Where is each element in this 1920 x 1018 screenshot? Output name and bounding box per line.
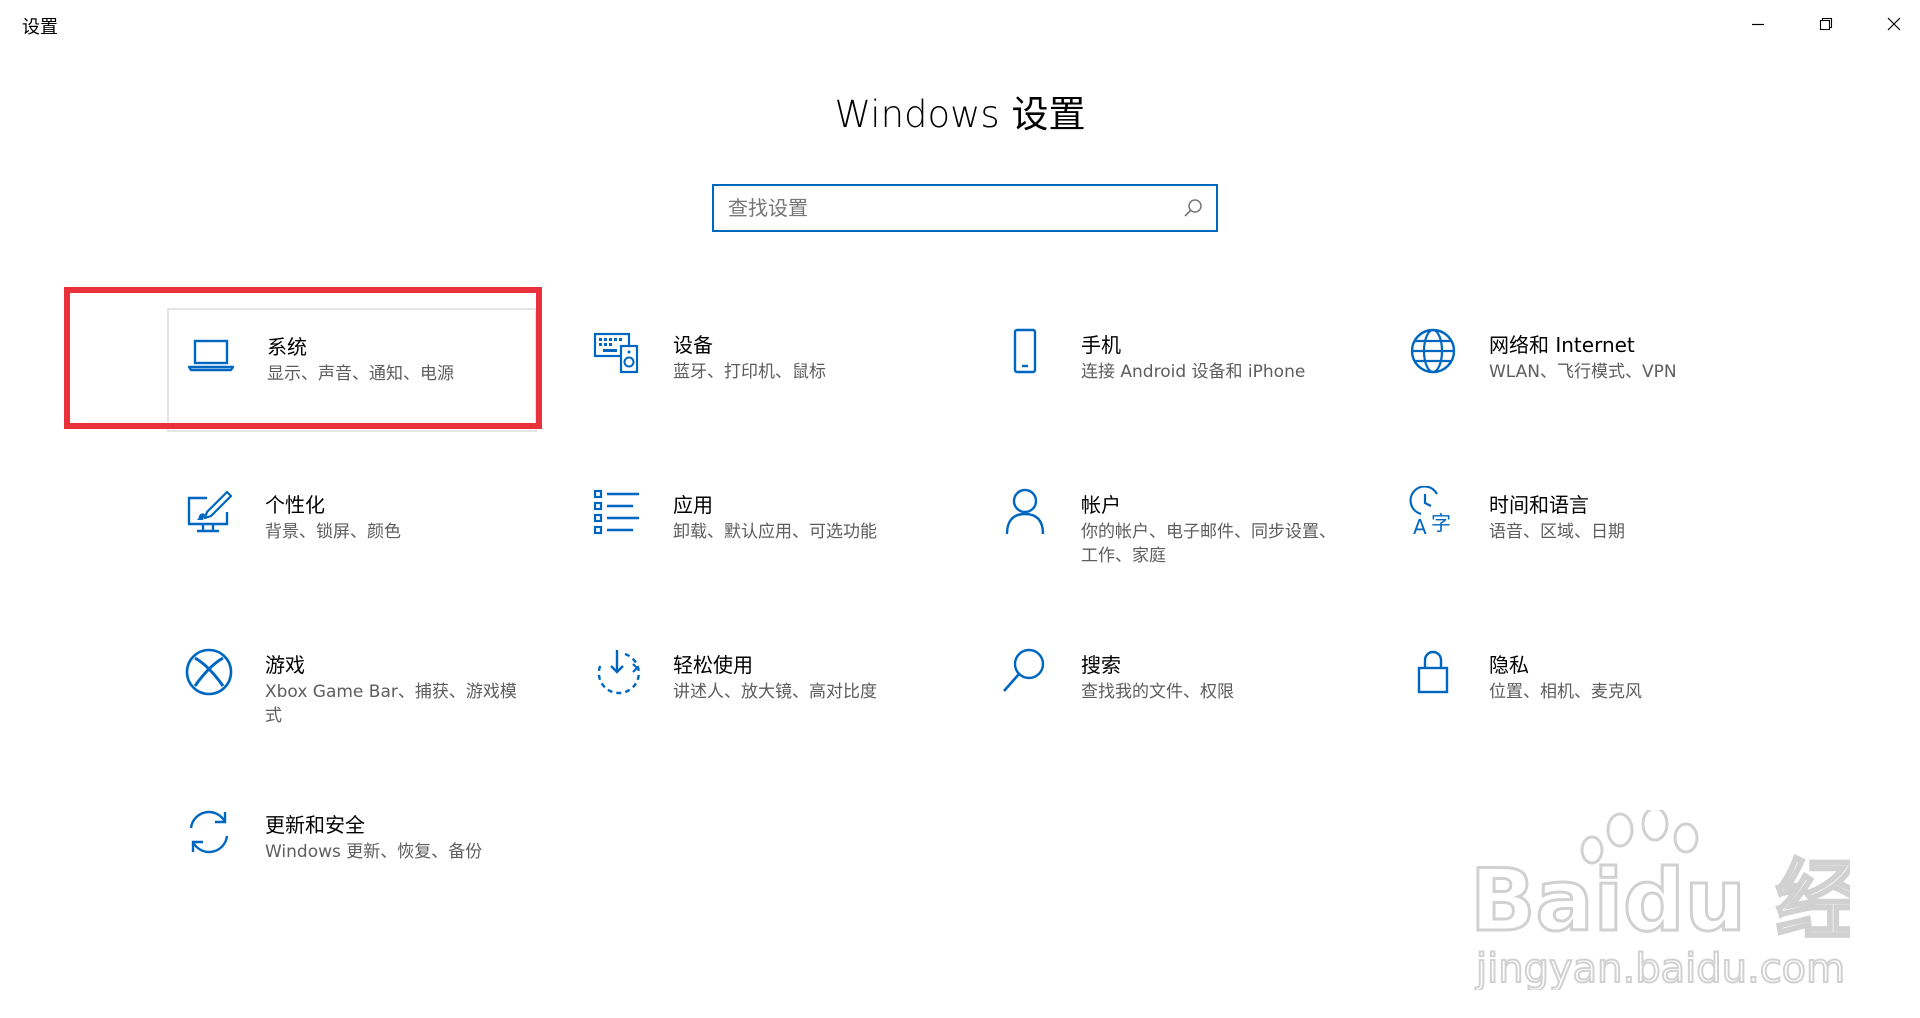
time-language-icon: A 字 <box>1409 486 1451 538</box>
svg-text:字: 字 <box>1431 511 1451 535</box>
baidu-watermark: Baidu 经验 jingyan.baidu.com <box>1470 810 1850 990</box>
tile-time-language[interactable]: A 字 时间和语言 语音、区域、日期 <box>1391 468 1761 592</box>
svg-text:A: A <box>1413 515 1427 538</box>
tile-description: WLAN、飞行模式、VPN <box>1489 362 1677 382</box>
globe-icon <box>1410 328 1456 374</box>
tile-phone[interactable]: 手机 连接 Android 设备和 iPhone <box>983 308 1353 432</box>
tile-title: 网络和 Internet <box>1489 333 1635 357</box>
tile-title: 更新和安全 <box>265 813 365 837</box>
restore-button[interactable] <box>1792 0 1860 48</box>
page-title: Windows 设置 <box>834 93 1086 136</box>
minimize-icon <box>1752 23 1764 26</box>
tile-title: 个性化 <box>265 493 325 517</box>
tile-description: 连接 Android 设备和 iPhone <box>1081 362 1306 382</box>
tile-description: 讲述人、放大镜、高对比度 <box>673 682 877 702</box>
tile-apps[interactable]: 应用 卸载、默认应用、可选功能 <box>575 468 945 592</box>
tile-title: 搜索 <box>1081 653 1121 677</box>
tile-accounts[interactable]: 帐户 你的帐户、电子邮件、同步设置、工作、家庭 <box>983 468 1353 592</box>
tile-description: 蓝牙、打印机、鼠标 <box>673 362 826 382</box>
tile-network[interactable]: 网络和 Internet WLAN、飞行模式、VPN <box>1391 308 1761 432</box>
person-icon <box>1005 488 1045 535</box>
restore-icon <box>1819 17 1833 31</box>
tile-gaming[interactable]: 游戏 Xbox Game Bar、捕获、游戏模式 <box>167 628 537 752</box>
watermark-brand: Baidu 经验 <box>1470 851 1850 951</box>
close-button[interactable] <box>1860 0 1920 48</box>
devices-icon <box>593 332 639 374</box>
tile-title: 隐私 <box>1489 653 1529 677</box>
tile-system[interactable]: 系统 显示、声音、通知、电源 <box>167 308 537 432</box>
tile-devices[interactable]: 设备 蓝牙、打印机、鼠标 <box>575 308 945 432</box>
tile-description: 查找我的文件、权限 <box>1081 682 1234 702</box>
tile-title: 应用 <box>673 493 713 517</box>
search-box[interactable] <box>712 184 1218 232</box>
tile-title: 游戏 <box>265 653 305 677</box>
tile-description: Windows 更新、恢复、备份 <box>265 842 483 862</box>
search-magnifier-icon <box>1003 648 1045 692</box>
tile-update-security[interactable]: 更新和安全 Windows 更新、恢复、备份 <box>167 788 537 912</box>
search-input[interactable] <box>728 186 1168 230</box>
tile-ease-of-access[interactable]: 轻松使用 讲述人、放大镜、高对比度 <box>575 628 945 752</box>
tile-title: 设备 <box>673 333 713 357</box>
tile-description: 显示、声音、通知、电源 <box>267 364 454 384</box>
tile-title: 时间和语言 <box>1489 493 1589 517</box>
tile-privacy[interactable]: 隐私 位置、相机、麦克风 <box>1391 628 1761 752</box>
update-sync-icon <box>189 810 229 854</box>
tile-description: 卸载、默认应用、可选功能 <box>673 522 877 542</box>
minimize-button[interactable] <box>1724 0 1792 48</box>
tile-title: 手机 <box>1081 333 1121 357</box>
tile-description: 位置、相机、麦克风 <box>1489 682 1642 702</box>
apps-list-icon <box>593 489 639 535</box>
tile-description: 你的帐户、电子邮件、同步设置、工作、家庭 <box>1081 522 1336 566</box>
search-icon[interactable] <box>1182 197 1204 219</box>
laptop-icon <box>187 339 235 372</box>
tile-title: 系统 <box>267 335 307 359</box>
lock-icon <box>1417 650 1449 694</box>
tile-description: 背景、锁屏、颜色 <box>265 522 401 542</box>
title-bar: 设置 <box>0 0 1920 48</box>
tile-search[interactable]: 搜索 查找我的文件、权限 <box>983 628 1353 752</box>
phone-icon <box>1013 328 1037 374</box>
watermark-url: jingyan.baidu.com <box>1475 946 1845 990</box>
settings-window: 设置 Windows 设置 查找设置 系统 显示、声音、通知、电源 设备 蓝牙、… <box>0 0 1920 1018</box>
close-icon <box>1887 17 1901 31</box>
tile-description: Xbox Game Bar、捕获、游戏模式 <box>265 682 517 726</box>
personalization-icon <box>187 490 233 533</box>
tile-description: 语音、区域、日期 <box>1489 522 1625 542</box>
app-title: 设置 <box>22 17 58 38</box>
tile-personalization[interactable]: 个性化 背景、锁屏、颜色 <box>167 468 537 592</box>
xbox-icon <box>185 648 233 696</box>
tile-title: 帐户 <box>1081 493 1121 517</box>
ease-of-access-icon <box>597 650 641 695</box>
tile-title: 轻松使用 <box>673 653 753 677</box>
